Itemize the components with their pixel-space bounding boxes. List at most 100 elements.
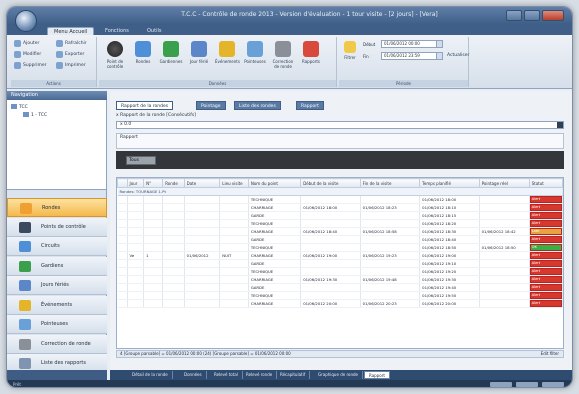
table-row[interactable]: CHARRIAGE 01/06/2012 19:30 01/06/2012 19:4… <box>117 275 563 284</box>
grid-cell: 01/06/2012 18:50 <box>419 243 480 252</box>
column-header[interactable]: N° <box>143 178 164 188</box>
column-header[interactable]: Ronde <box>162 178 185 188</box>
tree-node-site[interactable]: 1 - TCC <box>23 112 47 119</box>
filter-button[interactable]: Filtrer <box>341 39 359 79</box>
bottom-tab[interactable]: Graphique de ronde <box>314 371 363 379</box>
bottom-tab[interactable]: Données <box>180 371 207 379</box>
refresh-period-button[interactable]: Actualiser <box>445 51 469 60</box>
grid-cell: 01/06/2012 18:00 <box>419 195 480 204</box>
nav-item-1[interactable]: Points de contrôle <box>7 217 107 237</box>
add-button[interactable]: Ajouter <box>13 39 39 48</box>
table-row[interactable]: TECHNIQUE 01/06/2012 19:20 Alert <box>117 267 563 276</box>
checkpoint-button[interactable]: Point de contrôle <box>103 39 127 79</box>
nav-item-6[interactable]: Pointeuses <box>7 315 107 334</box>
start-date-input[interactable]: 01/06/2012 00:00 <box>381 40 443 48</box>
close-button[interactable] <box>542 10 564 21</box>
events-button[interactable]: Événements <box>215 39 240 79</box>
nav-item-4[interactable]: Jours fériés <box>7 276 107 295</box>
grid-cell <box>127 299 145 308</box>
view-combo[interactable]: Tous <box>126 156 156 165</box>
delete-button[interactable]: Supprimer <box>13 61 47 70</box>
nav-item-5[interactable]: Événements <box>7 295 107 315</box>
table-row[interactable]: TECHNIQUE 01/06/2012 18:50 01/06/2012 18:5… <box>117 243 563 252</box>
ribbon-tab-home[interactable]: Menu Accueil <box>47 27 95 35</box>
table-row[interactable]: CHARRIAGE 01/06/2012 18:40 01/06/2012 18:5… <box>117 227 563 236</box>
document-tab[interactable]: Liste des rondes <box>234 101 281 110</box>
grid-cell <box>184 267 221 276</box>
grid-cell: 01/06/2012 18:23 <box>360 203 421 212</box>
rounds-button[interactable]: Rondes <box>131 39 155 79</box>
column-header[interactable]: Date <box>183 178 221 188</box>
filter-caption: x Rapport de la ronde [Consécutifs] <box>116 113 196 118</box>
round-correction-button[interactable]: Correction de ronde <box>271 39 295 79</box>
ribbon-tabs: Menu Accueil Fonctions Outils <box>7 25 572 35</box>
table-row[interactable]: GARDE 01/06/2012 19:10 Alert <box>117 259 563 268</box>
grid-cell: 01/06/2012 18:10 <box>419 203 480 212</box>
reports-button[interactable]: Rapports <box>299 39 323 79</box>
table-row[interactable]: GARDE 01/06/2012 18:40 Alert <box>117 235 563 244</box>
filter-input[interactable]: x 0.0 <box>116 121 564 129</box>
nav-item-3[interactable]: Gardiens <box>7 256 107 276</box>
column-header[interactable] <box>117 178 128 188</box>
table-row[interactable]: Ve 1 01/06/2012 NUIT CHARRIAGE 01/06/2012 19:… <box>117 251 563 260</box>
grid-cell <box>127 211 145 220</box>
group-panel[interactable]: Rapport <box>116 133 564 149</box>
tree-node-root[interactable]: TCC <box>11 104 28 111</box>
rounds-icon <box>135 41 151 57</box>
grid-cell <box>127 291 145 300</box>
column-header[interactable]: Nom du point <box>247 178 302 188</box>
column-header[interactable]: Temps planifié <box>419 178 480 188</box>
column-header[interactable]: Début de la visite <box>300 178 361 188</box>
group-row[interactable]: Rondes: TOURNAGE 1.Pt <box>117 187 563 196</box>
grid-cell <box>117 291 128 300</box>
table-row[interactable]: TECHNIQUE 01/06/2012 18:20 Alert <box>117 219 563 228</box>
table-row[interactable]: TECHNIQUE 01/06/2012 18:00 Alert <box>117 195 563 204</box>
grid-cell <box>300 219 361 228</box>
table-row[interactable]: TECHNIQUE 01/06/2012 19:50 Alert <box>117 291 563 300</box>
filter-clear-icon[interactable] <box>557 122 563 128</box>
holiday-button[interactable]: Jour férié <box>187 39 211 79</box>
column-header[interactable]: Pointage réel <box>478 178 530 188</box>
bottom-tab[interactable]: Récapitulatif <box>276 371 311 379</box>
edit-button[interactable]: Modifier <box>13 50 41 59</box>
guards-button[interactable]: Gardiennes <box>159 39 183 79</box>
table-row[interactable]: CHARRIAGE 01/06/2012 18:00 01/06/2012 18:2… <box>117 203 563 212</box>
zoom-slider[interactable] <box>542 382 564 387</box>
nav-item-0[interactable]: Rondes <box>7 198 107 217</box>
refresh-button[interactable]: Rafraîchir <box>55 39 87 48</box>
column-header[interactable]: Fin de la visite <box>359 178 421 188</box>
grid-cell <box>143 259 164 268</box>
document-tab[interactable]: Rapport de la rondes <box>116 101 174 110</box>
column-header[interactable]: Jour <box>126 178 145 188</box>
table-row[interactable]: CHARRIAGE 01/06/2012 20:00 01/06/2012 20:2… <box>117 299 563 308</box>
application-menu-button[interactable] <box>15 10 37 32</box>
bottom-tab[interactable]: Relevé total <box>210 371 243 379</box>
export-button[interactable]: Exporter <box>55 50 84 59</box>
nav-item-7[interactable]: Correction de ronde <box>7 334 107 354</box>
ribbon-tab-functions[interactable]: Fonctions <box>99 27 135 35</box>
table-row[interactable]: GARDE 01/06/2012 19:40 Alert <box>117 283 563 292</box>
print-button[interactable]: Imprimer <box>55 61 86 70</box>
document-tab[interactable]: Rapport <box>296 101 324 110</box>
grid-cell <box>117 283 128 292</box>
document-tab[interactable]: Pointage <box>196 101 226 110</box>
grid-cell: 01/06/2012 18:15 <box>419 211 480 220</box>
grid-cell: 01/06/2012 18:58 <box>360 227 421 236</box>
grid-cell <box>143 203 164 212</box>
ribbon-tab-tools[interactable]: Outils <box>141 27 167 35</box>
bottom-tab[interactable]: Rapport <box>364 371 390 379</box>
readers-button[interactable]: Pointeuses <box>243 39 267 79</box>
bottom-tab[interactable]: Détail de la ronde <box>128 371 173 379</box>
column-header[interactable]: Lieu visite <box>219 178 249 188</box>
minimize-button[interactable] <box>506 10 522 21</box>
column-header[interactable]: Statut <box>528 178 563 188</box>
maximize-button[interactable] <box>524 10 540 21</box>
end-date-input[interactable]: 01/06/2012 23:59 <box>381 52 443 60</box>
nav-item-2[interactable]: Circuits <box>7 237 107 256</box>
grid-cell: CHARRIAGE <box>248 299 302 308</box>
bottom-tab[interactable]: Relevé ronde <box>242 371 278 379</box>
table-row[interactable]: GARDE 01/06/2012 18:15 Alert <box>117 211 563 220</box>
status-widget <box>516 382 538 387</box>
edit-filter-link[interactable]: Edit filter <box>541 351 559 357</box>
group-row-label: Rondes: TOURNAGE 1.Pt <box>117 187 563 196</box>
